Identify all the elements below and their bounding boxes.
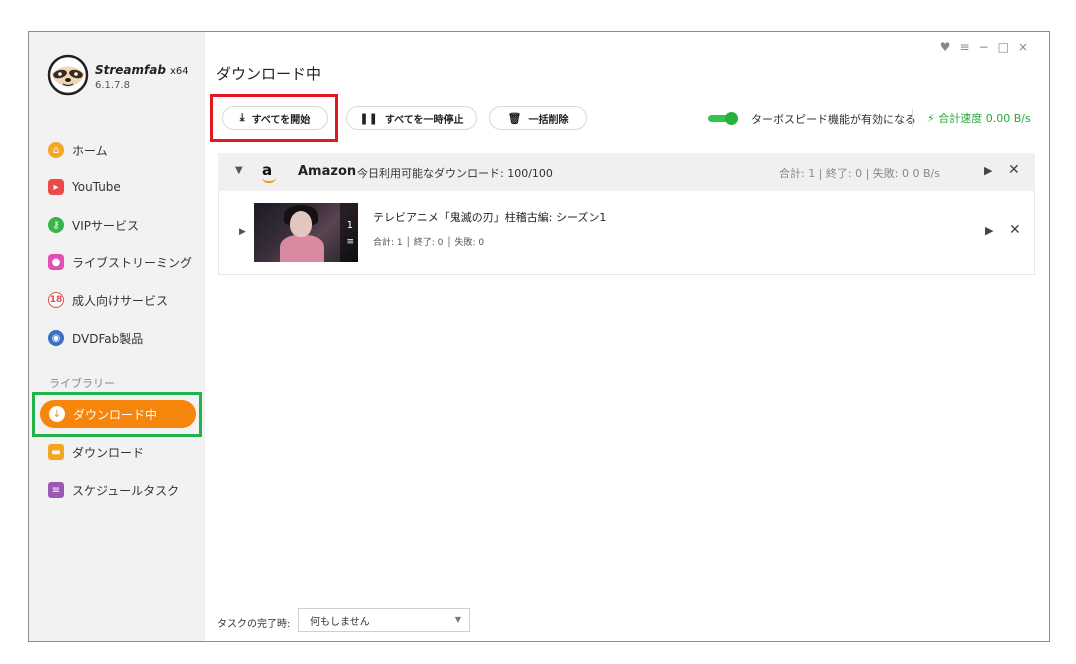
sloth-logo-icon: [47, 54, 89, 96]
episode-count: 1: [346, 220, 353, 231]
window-controls: ♥≡−□×: [940, 40, 1037, 54]
item-thumbnail: 1 ≡: [254, 203, 358, 262]
chevron-down-icon: ▼: [454, 615, 461, 624]
trash-icon: 🗑: [507, 111, 522, 125]
download-icon: ⤓: [239, 111, 245, 124]
amazon-smile-icon: [262, 177, 276, 183]
home-icon: ⌂: [48, 142, 64, 158]
completion-label: タスクの完了時:: [217, 619, 291, 630]
sidebar-item-label: 成人向けサービス: [72, 293, 169, 308]
item-play-icon[interactable]: ▶: [985, 224, 993, 237]
group-name: Amazon: [298, 164, 357, 179]
start-all-button[interactable]: ⤓ すべてを開始: [222, 106, 328, 130]
item-stats: 合計: 1 │ 終了: 0 │ 失敗: 0: [373, 238, 485, 248]
minimize-icon[interactable]: −: [979, 40, 998, 54]
sidebar-item-label: DVDFab製品: [72, 331, 144, 346]
key-icon: ⚷: [48, 217, 64, 233]
sidebar-item-live[interactable]: ● ライブストリーミング: [48, 248, 192, 276]
sidebar-item-label: YouTube: [72, 180, 121, 194]
toolbar-divider: [912, 109, 913, 127]
group-stats: 合計: 1 | 終了: 0 | 失敗: 0 0 B/s: [779, 167, 940, 180]
brand-name: Streamfab x64: [95, 63, 189, 77]
close-icon[interactable]: ×: [1018, 40, 1037, 54]
adult-18-icon: 18: [48, 292, 64, 308]
pause-icon: ❚❚: [359, 111, 378, 125]
amazon-group-header[interactable]: ▼ a Amazon 今日利用可能なダウンロード: 100/100 合計: 1 …: [218, 153, 1035, 191]
completion-select[interactable]: 何もしません ▼: [298, 608, 470, 632]
turbo-label: ターボスピード機能が有効になる: [751, 113, 916, 126]
sidebar-item-label: スケジュールタスク: [72, 483, 180, 498]
sidebar-item-youtube[interactable]: ▸ YouTube: [48, 173, 121, 201]
schedule-list-icon: ≡: [48, 482, 64, 498]
sidebar-item-label: ホーム: [72, 143, 108, 158]
page-title: ダウンロード中: [216, 65, 322, 83]
sidebar-item-label: ライブストリーミング: [72, 255, 193, 270]
sidebar-item-home[interactable]: ⌂ ホーム: [48, 136, 108, 164]
group-quota: 今日利用可能なダウンロード: 100/100: [357, 167, 553, 180]
live-camera-icon: ●: [48, 254, 64, 270]
folder-icon: ▬: [48, 444, 64, 460]
youtube-icon: ▸: [48, 179, 64, 195]
delete-all-button[interactable]: 🗑 一括削除: [489, 106, 587, 130]
brand-version: 6.1.7.8: [95, 80, 130, 91]
playlist-icon: ≡: [346, 237, 354, 247]
sidebar-item-label: ダウンロード中: [73, 407, 158, 422]
item-title: テレビアニメ「鬼滅の刃」柱稽古編: シーズン1: [373, 211, 607, 224]
group-play-icon[interactable]: ▶: [984, 164, 992, 177]
main-panel: ♥≡−□× ダウンロード中 ⤓ すべてを開始 ❚❚ すべてを一時停止 🗑 一括削除 タ…: [205, 32, 1049, 641]
menu-icon[interactable]: ≡: [959, 40, 978, 54]
sidebar-item-downloaded[interactable]: ▬ ダウンロード: [48, 438, 144, 466]
app-window: Streamfab x64 6.1.7.8 ⌂ ホーム ▸ YouTube ⚷ V…: [28, 31, 1050, 642]
item-close-icon[interactable]: ✕: [1009, 222, 1021, 238]
maximize-icon[interactable]: □: [998, 40, 1018, 54]
sidebar-item-vip[interactable]: ⚷ VIPサービス: [48, 211, 139, 239]
sidebar-item-downloading[interactable]: ↓ ダウンロード中: [40, 400, 196, 428]
library-heading: ライブラリー: [49, 377, 115, 390]
sidebar-item-label: VIPサービス: [72, 218, 139, 233]
dvdfab-icon: ◉: [48, 330, 64, 346]
sidebar: Streamfab x64 6.1.7.8 ⌂ ホーム ▸ YouTube ⚷ V…: [29, 32, 205, 641]
sidebar-item-adult[interactable]: 18 成人向けサービス: [48, 286, 168, 314]
group-close-icon[interactable]: ✕: [1008, 162, 1020, 178]
chevron-down-icon[interactable]: ▼: [235, 165, 243, 176]
download-item-row[interactable]: ▶ 1 ≡ テレビアニメ「鬼滅の刃」柱稽古編: シーズン1 合計: 1 │ 終了…: [218, 191, 1035, 275]
turbo-toggle[interactable]: [708, 112, 738, 125]
skin-icon[interactable]: ♥: [940, 40, 960, 54]
sidebar-item-schedule[interactable]: ≡ スケジュールタスク: [48, 476, 179, 504]
chevron-right-icon[interactable]: ▶: [239, 227, 246, 237]
pause-all-button[interactable]: ❚❚ すべてを一時停止: [346, 106, 477, 130]
total-speed: ⚡ 合計速度 0.00 B/s: [927, 112, 1031, 125]
lightning-icon: ⚡: [927, 112, 935, 125]
sidebar-item-dvdfab[interactable]: ◉ DVDFab製品: [48, 324, 143, 352]
sidebar-item-label: ダウンロード: [72, 445, 145, 460]
download-arrow-icon: ↓: [49, 406, 65, 422]
